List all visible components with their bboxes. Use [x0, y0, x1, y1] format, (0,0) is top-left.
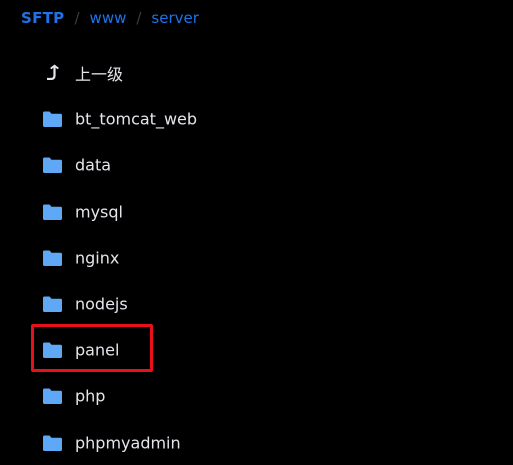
folder-row-php[interactable]: php	[0, 373, 513, 419]
breadcrumb: SFTP / www / server	[21, 0, 199, 36]
folder-name: nodejs	[75, 294, 128, 314]
breadcrumb-root-sftp[interactable]: SFTP	[21, 9, 64, 27]
folder-name: mysql	[75, 202, 123, 222]
folder-icon	[43, 388, 62, 405]
folder-icon	[43, 342, 62, 359]
folder-name: bt_tomcat_web	[75, 109, 198, 129]
folder-name: panel	[75, 340, 120, 360]
folder-row-panel[interactable]: panel	[0, 327, 513, 373]
sftp-file-browser: SFTP / www / server 上一级 bt_tomcat_web da…	[0, 0, 513, 465]
parent-directory-row[interactable]: 上一级	[0, 50, 513, 96]
folder-icon	[43, 435, 62, 451]
folder-name: nginx	[75, 248, 120, 268]
folder-row-phpmyadmin[interactable]: phpmyadmin	[0, 420, 513, 465]
file-list: 上一级 bt_tomcat_web data mysql nginx nodej…	[0, 50, 513, 465]
breadcrumb-separator: /	[136, 9, 142, 27]
parent-directory-label: 上一级	[75, 65, 124, 85]
folder-name: phpmyadmin	[75, 433, 181, 453]
folder-icon	[43, 111, 62, 128]
folder-icon	[43, 204, 62, 220]
folder-row-data[interactable]: data	[0, 142, 513, 188]
arrow-up-icon	[47, 64, 59, 81]
folder-row-bt-tomcat-web[interactable]: bt_tomcat_web	[0, 96, 513, 142]
breadcrumb-item-server[interactable]: server	[151, 9, 198, 27]
folder-row-nodejs[interactable]: nodejs	[0, 281, 513, 327]
folder-icon	[43, 157, 62, 174]
folder-name: data	[75, 155, 112, 175]
folder-row-mysql[interactable]: mysql	[0, 189, 513, 235]
folder-name: php	[75, 386, 106, 406]
folder-icon	[43, 296, 62, 313]
breadcrumb-separator: /	[74, 9, 80, 27]
breadcrumb-item-www[interactable]: www	[90, 9, 127, 27]
folder-icon	[43, 250, 62, 266]
folder-row-nginx[interactable]: nginx	[0, 235, 513, 281]
